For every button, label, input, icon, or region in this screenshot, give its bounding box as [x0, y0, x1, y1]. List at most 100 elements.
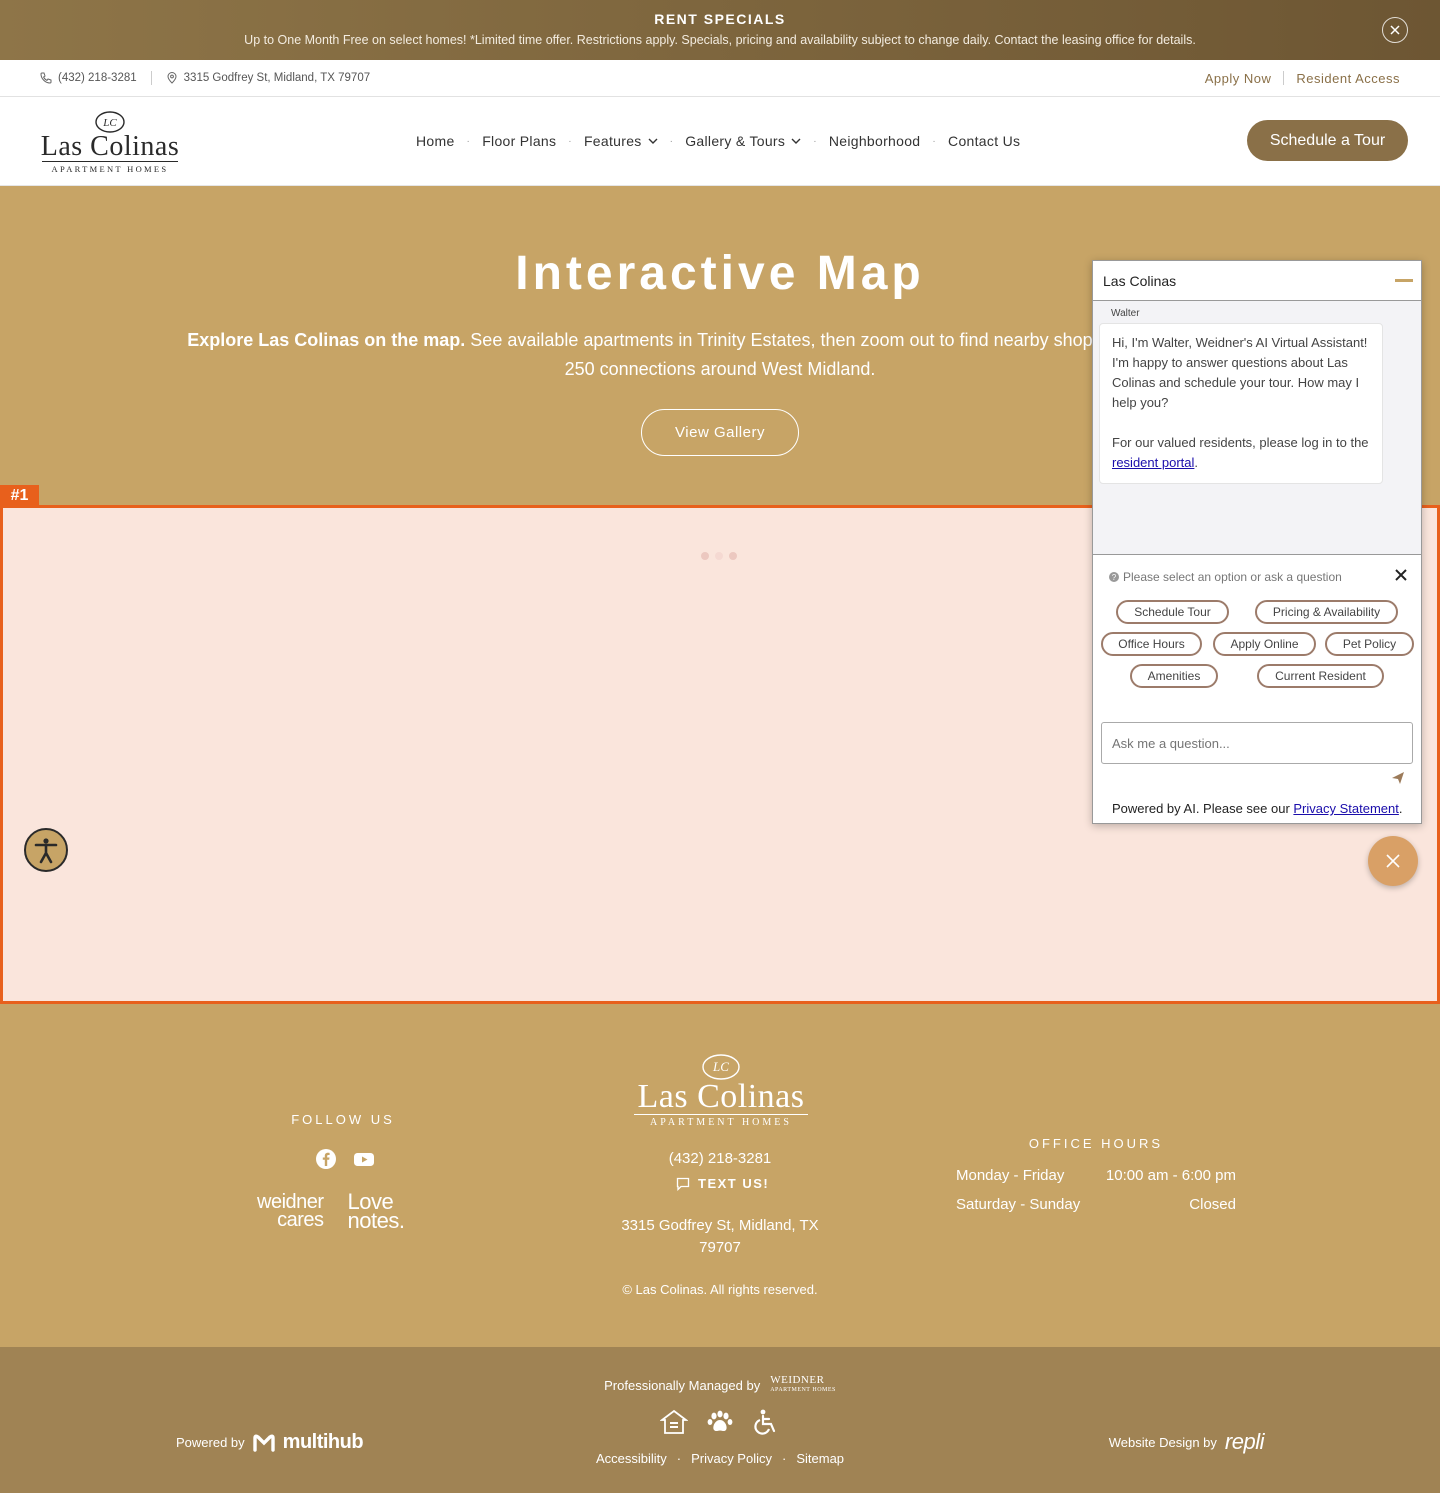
nav-contact-us[interactable]: Contact Us — [948, 133, 1020, 149]
phone-icon — [40, 72, 52, 84]
pet-friendly-icon — [707, 1410, 733, 1432]
accessibility-link[interactable]: Accessibility — [596, 1451, 667, 1466]
chat-toggle-button[interactable] — [1368, 836, 1418, 886]
map-highlight-label: #1 — [0, 485, 39, 506]
site-footer: FOLLOW US weidner cares Love notes. LC L… — [0, 1004, 1440, 1347]
managed-by: Professionally Managed by WEIDNER APARTM… — [0, 1375, 1440, 1395]
close-icon[interactable] — [1395, 569, 1407, 581]
footer-logo-name: Las Colinas — [637, 1078, 805, 1115]
nav-separator: · — [466, 135, 471, 147]
rent-specials-banner: RENT SPECIALS Up to One Month Free on se… — [0, 0, 1440, 60]
privacy-policy-link[interactable]: Privacy Policy — [691, 1451, 772, 1466]
weidner-cares-bottom: cares — [277, 1209, 324, 1231]
website-design-label: Website Design by — [1108, 1434, 1217, 1450]
nav-separator: · — [932, 135, 937, 147]
chat-question-input[interactable] — [1101, 722, 1413, 764]
help-icon: ? — [1109, 572, 1119, 582]
nav-neighborhood[interactable]: Neighborhood — [829, 133, 921, 149]
site-header: LC Las Colinas APARTMENT HOMES Home · Fl… — [0, 97, 1440, 186]
close-icon — [1390, 25, 1400, 35]
apply-now-link[interactable]: Apply Now — [1205, 71, 1272, 86]
utility-phone: (432) 218-3281 — [58, 72, 137, 84]
logo-monogram-icon: LC — [95, 111, 125, 133]
logo-name: Las Colinas — [40, 131, 180, 162]
resident-access-link[interactable]: Resident Access — [1296, 71, 1400, 86]
nav-home[interactable]: Home — [416, 133, 455, 149]
send-icon[interactable] — [1391, 771, 1405, 785]
site-logo[interactable]: LC Las Colinas APARTMENT HOMES — [36, 111, 184, 174]
banner-text: Up to One Month Free on select homes! *L… — [244, 33, 1196, 47]
logo-monogram-icon: LC — [702, 1054, 740, 1080]
logo-subtitle: APARTMENT HOMES — [42, 161, 178, 174]
svg-text:LC: LC — [712, 1059, 729, 1074]
chat-messages: Walter Hi, I'm Walter, Weidner's AI Virt… — [1093, 301, 1421, 555]
office-hours-heading: OFFICE HOURS — [1028, 1136, 1164, 1151]
chevron-down-icon — [791, 138, 801, 144]
accessibility-person-icon — [34, 838, 58, 864]
text-us-link[interactable]: TEXT US! — [676, 1176, 769, 1191]
multihub-mark-icon — [252, 1434, 275, 1452]
nav-gallery-tours[interactable]: Gallery & Tours — [685, 133, 801, 149]
chat-option-hint: ? Please select an option or ask a quest… — [1109, 570, 1342, 584]
repli-logo[interactable]: repli — [1225, 1429, 1265, 1455]
chat-message-text: Hi, I'm Walter, Weidner's AI Virtual Ass… — [1112, 335, 1368, 410]
option-pricing-availability[interactable]: Pricing & Availability — [1255, 600, 1398, 624]
option-current-resident[interactable]: Current Resident — [1257, 664, 1384, 688]
utility-phone-link[interactable]: (432) 218-3281 — [40, 72, 137, 84]
nav-separator: · — [669, 135, 674, 147]
option-schedule-tour[interactable]: Schedule Tour — [1116, 600, 1229, 624]
nav-separator: · — [813, 135, 817, 147]
nav-gallery-tours-label: Gallery & Tours — [685, 133, 786, 149]
footer-phone[interactable]: (432) 218-3281 — [0, 1150, 1440, 1167]
footer-logo-subtitle: APARTMENT HOMES — [634, 1114, 808, 1128]
nav-features[interactable]: Features — [584, 133, 658, 149]
multihub-logo[interactable]: multihub — [283, 1431, 364, 1454]
link-separator: · — [676, 1451, 682, 1466]
schedule-tour-button[interactable]: Schedule a Tour — [1247, 120, 1408, 161]
bottom-bar: Professionally Managed by WEIDNER APARTM… — [0, 1347, 1440, 1493]
chat-bubble-icon — [676, 1177, 690, 1191]
option-amenities[interactable]: Amenities — [1130, 664, 1218, 688]
nav-floor-plans[interactable]: Floor Plans — [482, 133, 556, 149]
resident-portal-link[interactable]: resident portal — [1112, 455, 1194, 470]
weidner-cares-logo[interactable]: weidner cares — [257, 1192, 324, 1231]
view-gallery-button[interactable]: View Gallery — [641, 409, 799, 456]
option-office-hours[interactable]: Office Hours — [1101, 632, 1202, 656]
chat-resident-suffix: . — [1194, 455, 1199, 470]
utility-address-link[interactable]: 3315 Godfrey St, Midland, TX 79707 — [166, 72, 370, 84]
footer-logo[interactable]: LC Las Colinas APARTMENT HOMES — [630, 1054, 812, 1128]
weidner-logo-sub: APARTMENT HOMES — [770, 1387, 836, 1393]
option-pet-policy[interactable]: Pet Policy — [1325, 632, 1414, 656]
chat-title: Las Colinas — [1103, 272, 1177, 289]
chat-minimize-button[interactable] — [1395, 279, 1413, 282]
weidner-logo[interactable]: WEIDNER APARTMENT HOMES — [770, 1375, 836, 1395]
accessibility-button[interactable] — [24, 828, 68, 872]
powered-by-label: Powered by — [176, 1435, 245, 1450]
hero-description-bold: Explore Las Colinas on the map. — [187, 330, 466, 350]
hours-time: Closed — [1189, 1196, 1236, 1213]
sitemap-link[interactable]: Sitemap — [796, 1451, 844, 1466]
chat-quick-options: ? Please select an option or ask a quest… — [1093, 555, 1421, 723]
banner-close-button[interactable] — [1382, 17, 1408, 43]
hours-days: Saturday - Sunday — [956, 1196, 1081, 1213]
love-notes-bottom: notes. — [347, 1208, 405, 1233]
chat-powered-suffix: . — [1398, 801, 1403, 816]
love-notes-logo[interactable]: Love notes. — [347, 1191, 405, 1233]
option-apply-online[interactable]: Apply Online — [1213, 632, 1316, 656]
weidner-logo-name: WEIDNER — [770, 1374, 825, 1386]
chat-resident-prefix: For our valued residents, please log in … — [1112, 435, 1369, 450]
divider — [1283, 71, 1285, 85]
chat-resident-note: For our valued residents, please log in … — [1112, 433, 1370, 473]
hours-row: Monday - Friday 10:00 am - 6:00 pm — [956, 1167, 1236, 1184]
chat-widget: Las Colinas Walter Hi, I'm Walter, Weidn… — [1092, 260, 1422, 824]
wheelchair-accessible-icon — [754, 1409, 776, 1435]
utility-address: 3315 Godfrey St, Midland, TX 79707 — [183, 72, 371, 84]
chat-option-hint-text: Please select an option or ask a questio… — [1123, 570, 1342, 584]
divider — [150, 71, 152, 85]
privacy-statement-link[interactable]: Privacy Statement — [1293, 801, 1399, 816]
footer-address[interactable]: 3315 Godfrey St, Midland, TX 79707 — [620, 1215, 820, 1259]
chevron-down-icon — [648, 138, 658, 144]
compliance-icons — [660, 1409, 780, 1435]
text-us-label: TEXT US! — [698, 1176, 770, 1191]
nav-features-label: Features — [583, 133, 642, 149]
